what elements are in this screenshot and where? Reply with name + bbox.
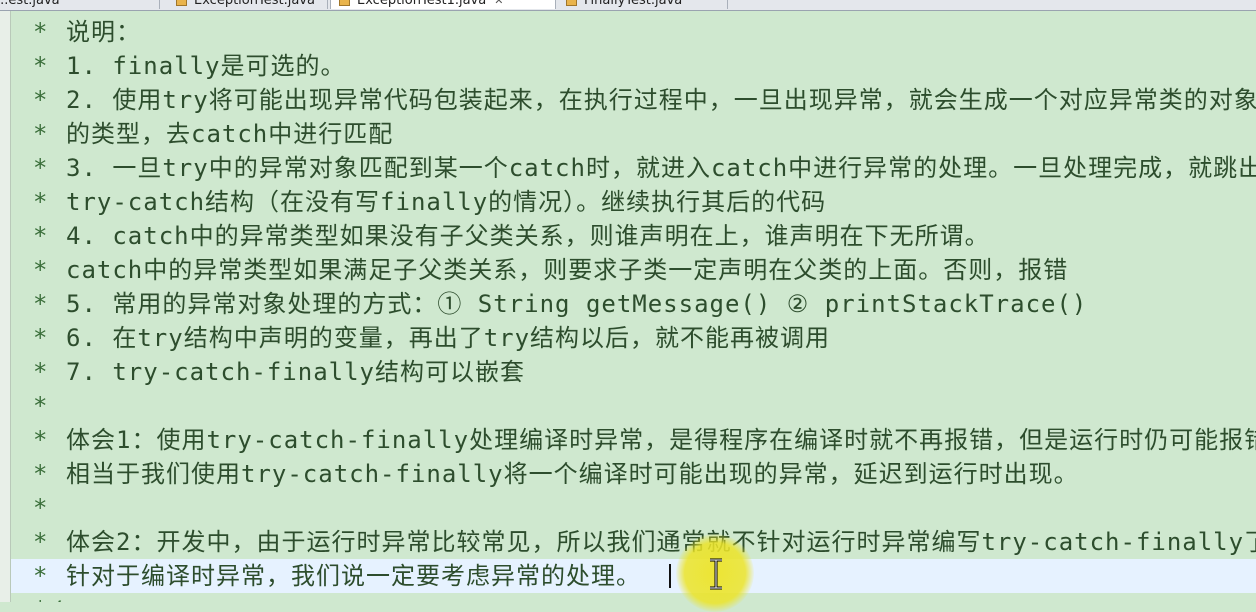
tab-item[interactable]: FinallyTest.java bbox=[558, 0, 728, 9]
line-text: 5. 常用的异常对象处理的方式：① String getMessage() ② … bbox=[66, 290, 1088, 318]
line-text: 7. try-catch-finally结构可以嵌套 bbox=[66, 358, 525, 386]
line-text: 的类型，去catch中进行匹配 bbox=[66, 120, 394, 148]
comment-star: * bbox=[33, 154, 49, 182]
comment-star: * bbox=[33, 528, 49, 556]
code-line: * 5. 常用的异常对象处理的方式：① String getMessage() ②… bbox=[11, 287, 1256, 321]
text-cursor bbox=[669, 564, 671, 588]
comment-star: * bbox=[33, 324, 49, 352]
code-line: * catch中的异常类型如果满足子父类关系，则要求子类一定声明在父类的上面。否… bbox=[11, 253, 1256, 287]
code-line: * 的类型，去catch中进行匹配 bbox=[11, 117, 1256, 151]
comment-star: * bbox=[33, 120, 49, 148]
code-line: * bbox=[11, 491, 1256, 525]
java-file-icon bbox=[176, 0, 187, 6]
editor-tab-bar: ...est.java ExceptionTest.java Exception… bbox=[0, 0, 1256, 11]
line-text: 针对于编译时异常，我们说一定要考虑异常的处理。 bbox=[66, 562, 641, 590]
java-file-icon bbox=[339, 0, 350, 6]
line-text: 体会1：使用try-catch-finally处理编译时异常，是得程序在编译时就… bbox=[66, 426, 1256, 454]
line-text: 6. 在try结构中声明的变量，再出了try结构以后，就不能再被调用 bbox=[66, 324, 831, 352]
comment-star: * bbox=[33, 188, 49, 216]
code-line: * bbox=[11, 389, 1256, 423]
line-text: 2. 使用try将可能出现异常代码包装起来，在执行过程中，一旦出现异常，就会生成… bbox=[66, 86, 1256, 114]
code-line: * 6. 在try结构中声明的变量，再出了try结构以后，就不能再被调用 bbox=[11, 321, 1256, 355]
code-line: * 1. finally是可选的。 bbox=[11, 49, 1256, 83]
code-editor[interactable]: * 说明： * 1. finally是可选的。 * 2. 使用try将可能出现异常代码… bbox=[11, 11, 1256, 602]
code-line: */ bbox=[11, 593, 1256, 602]
comment-star: * bbox=[33, 426, 49, 454]
tab-label: ExceptionTest.java bbox=[194, 0, 315, 8]
comment-star: * bbox=[33, 256, 49, 284]
tab-item[interactable]: ExceptionTest.java bbox=[168, 0, 328, 9]
comment-star: * bbox=[33, 392, 49, 420]
code-line: * 体会1：使用try-catch-finally处理编译时异常，是得程序在编译时… bbox=[11, 423, 1256, 457]
comment-star: * bbox=[33, 290, 49, 318]
tab-label: ...est.java bbox=[0, 0, 60, 8]
tab-item[interactable]: ...est.java bbox=[0, 0, 160, 9]
tab-item-active[interactable]: ExceptionTest1.java ✕ bbox=[330, 0, 556, 9]
line-text: 4. catch中的异常类型如果没有子父类关系，则谁声明在上，谁声明在下无所谓。 bbox=[66, 222, 990, 250]
code-line: * 相当于我们使用try-catch-finally将一个编译时可能出现的异常，… bbox=[11, 457, 1256, 491]
close-icon[interactable]: ✕ bbox=[494, 0, 503, 7]
comment-star: * bbox=[33, 52, 49, 80]
editor-gutter bbox=[0, 11, 11, 602]
comment-star: */ bbox=[33, 593, 64, 602]
code-line: * 说明： bbox=[11, 15, 1256, 49]
code-line: * 体会2：开发中，由于运行时异常比较常见，所以我们通常就不针对运行时异常编写tr… bbox=[11, 525, 1256, 559]
comment-star: * bbox=[33, 358, 49, 386]
line-text: 相当于我们使用try-catch-finally将一个编译时可能出现的异常，延迟… bbox=[66, 460, 1079, 488]
comment-star: * bbox=[33, 494, 49, 522]
code-line: * try-catch结构（在没有写finally的情况）。继续执行其后的代码 bbox=[11, 185, 1256, 219]
code-line-current: * 针对于编译时异常，我们说一定要考虑异常的处理。 bbox=[11, 559, 1256, 593]
java-file-icon bbox=[566, 0, 577, 6]
comment-star: * bbox=[33, 460, 49, 488]
line-text: 说明： bbox=[66, 18, 141, 46]
tab-label: ExceptionTest1.java bbox=[357, 0, 487, 8]
comment-star: * bbox=[33, 18, 49, 46]
tab-label: FinallyTest.java bbox=[584, 0, 683, 8]
comment-star: * bbox=[33, 86, 49, 114]
line-text: 3. 一旦try中的异常对象匹配到某一个catch时，就进入catch中进行异常… bbox=[66, 154, 1256, 182]
comment-star: * bbox=[33, 562, 49, 590]
code-line: * 2. 使用try将可能出现异常代码包装起来，在执行过程中，一旦出现异常，就会生… bbox=[11, 83, 1256, 117]
line-text: 体会2：开发中，由于运行时异常比较常见，所以我们通常就不针对运行时异常编写try… bbox=[66, 528, 1256, 556]
code-line: * 4. catch中的异常类型如果没有子父类关系，则谁声明在上，谁声明在下无所谓… bbox=[11, 219, 1256, 253]
code-line: * 3. 一旦try中的异常对象匹配到某一个catch时，就进入catch中进行异… bbox=[11, 151, 1256, 185]
comment-star: * bbox=[33, 222, 49, 250]
line-text: 1. finally是可选的。 bbox=[66, 52, 346, 80]
code-line: * 7. try-catch-finally结构可以嵌套 bbox=[11, 355, 1256, 389]
line-text: catch中的异常类型如果满足子父类关系，则要求子类一定声明在父类的上面。否则，… bbox=[66, 256, 1069, 284]
ibeam-cursor-icon bbox=[710, 558, 722, 590]
line-text: try-catch结构（在没有写finally的情况）。继续执行其后的代码 bbox=[66, 188, 827, 216]
